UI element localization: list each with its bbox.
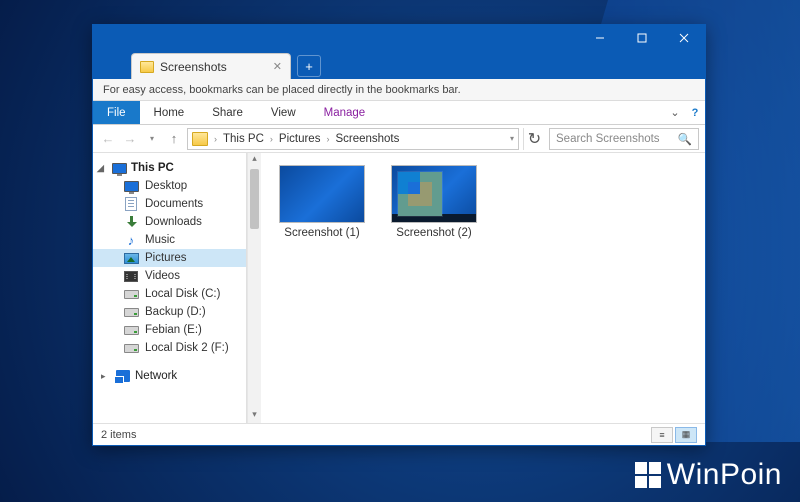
pc-icon [112,163,127,174]
nav-item-label: Backup (D:) [145,306,206,318]
ribbon-tab-manage[interactable]: Manage [310,101,380,124]
status-bar: 2 items ≡ ▦ [93,423,705,445]
item-count: 2 items [101,429,136,441]
window-titlebar[interactable]: Screenshots ✕ + [93,25,705,79]
nav-item-label: Desktop [145,180,187,192]
search-placeholder: Search Screenshots [556,133,660,145]
nav-network[interactable]: ▸ Network [93,367,246,385]
nav-item-label: Downloads [145,216,202,228]
chevron-right-icon[interactable]: › [268,134,275,144]
pictures-icon [124,253,139,264]
close-button[interactable] [663,25,705,51]
music-icon: ♪ [128,234,135,247]
help-icon[interactable]: ? [685,101,705,124]
nav-item-label: Videos [145,270,180,282]
new-tab-button[interactable]: + [297,55,321,77]
scroll-down-icon[interactable]: ▾ [248,409,261,423]
breadcrumb-thispc[interactable]: This PC [221,133,266,145]
nav-thispc[interactable]: ◢ This PC [93,159,246,177]
nav-item-documents[interactable]: Documents [93,195,246,213]
nav-item-local-disk-c-[interactable]: Local Disk (C:) [93,285,246,303]
nav-item-label: Febian (E:) [145,324,202,336]
nav-scrollbar[interactable]: ▴ ▾ [247,153,261,423]
nav-item-label: Music [145,234,175,246]
details-view-button[interactable]: ≡ [651,427,673,443]
file-item[interactable]: Screenshot (1) [275,165,369,239]
explorer-window: Screenshots ✕ + For easy access, bookmar… [92,24,706,446]
nav-item-pictures[interactable]: Pictures [93,249,246,267]
file-thumbnail [279,165,365,223]
refresh-button[interactable]: ↻ [523,128,545,150]
nav-item-label: Local Disk 2 (F:) [145,342,229,354]
navigation-pane[interactable]: ◢ This PC Desktop Documents Downloads ♪ Musi… [93,153,247,423]
drive-icon [124,308,139,317]
document-icon [125,197,137,211]
forward-button[interactable]: → [121,130,139,148]
file-thumbnail [391,165,477,223]
address-dropdown-icon[interactable]: ▾ [510,134,514,143]
download-icon [125,216,138,229]
drive-icon [124,344,139,353]
expand-icon[interactable]: ◢ [97,163,107,174]
expand-icon[interactable]: ▸ [101,371,111,382]
folder-icon [140,61,154,73]
address-bar[interactable]: › This PC › Pictures › Screenshots ▾ [187,128,519,150]
ribbon-tab-home[interactable]: Home [140,101,199,124]
ribbon-expand-icon[interactable]: ⌄ [665,101,685,124]
breadcrumb-pictures[interactable]: Pictures [277,133,323,145]
network-icon [116,370,130,382]
nav-item-downloads[interactable]: Downloads [93,213,246,231]
scroll-thumb[interactable] [250,169,259,229]
drive-icon [124,326,139,335]
nav-item-local-disk-2-f-[interactable]: Local Disk 2 (F:) [93,339,246,357]
file-list[interactable]: Screenshot (1) Screenshot (2) [247,153,705,423]
up-button[interactable]: ↑ [165,130,183,148]
nav-item-label: Pictures [145,252,187,264]
minimize-button[interactable] [579,25,621,51]
chevron-right-icon[interactable]: › [324,134,331,144]
nav-item-videos[interactable]: Videos [93,267,246,285]
history-dropdown-icon[interactable]: ▾ [143,130,161,148]
close-tab-icon[interactable]: ✕ [273,60,282,73]
file-item[interactable]: Screenshot (2) [387,165,481,239]
nav-item-music[interactable]: ♪ Music [93,231,246,249]
windows-icon [635,462,661,488]
chevron-right-icon[interactable]: › [212,134,219,144]
ribbon: File Home Share View Manage ⌄ ? [93,101,705,125]
browser-tab-screenshots[interactable]: Screenshots ✕ [131,53,291,79]
desktop-wallpaper: Screenshots ✕ + For easy access, bookmar… [0,0,800,502]
desktop-icon [124,181,139,192]
back-button[interactable]: ← [99,130,117,148]
file-name: Screenshot (1) [275,227,369,239]
ribbon-tab-share[interactable]: Share [198,101,257,124]
video-icon [124,271,138,282]
ribbon-tab-view[interactable]: View [257,101,310,124]
nav-item-febian-e-[interactable]: Febian (E:) [93,321,246,339]
breadcrumb-screenshots[interactable]: Screenshots [333,133,401,145]
bookmarks-bar: For easy access, bookmarks can be placed… [93,79,705,101]
scroll-up-icon[interactable]: ▴ [248,153,261,167]
thumbnails-view-button[interactable]: ▦ [675,427,697,443]
nav-item-label: Documents [145,198,203,210]
search-icon: 🔍 [678,132,692,146]
ribbon-file-tab[interactable]: File [93,101,140,124]
nav-item-backup-d-[interactable]: Backup (D:) [93,303,246,321]
watermark: WinPoin [635,458,782,492]
address-row: ← → ▾ ↑ › This PC › Pictures › Screensho… [93,125,705,153]
nav-item-label: Local Disk (C:) [145,288,220,300]
drive-icon [124,290,139,299]
maximize-button[interactable] [621,25,663,51]
bookmarks-hint: For easy access, bookmarks can be placed… [103,84,461,96]
nav-item-desktop[interactable]: Desktop [93,177,246,195]
file-name: Screenshot (2) [387,227,481,239]
search-input[interactable]: Search Screenshots 🔍 [549,128,699,150]
folder-icon [192,132,208,146]
tab-title: Screenshots [160,60,227,74]
